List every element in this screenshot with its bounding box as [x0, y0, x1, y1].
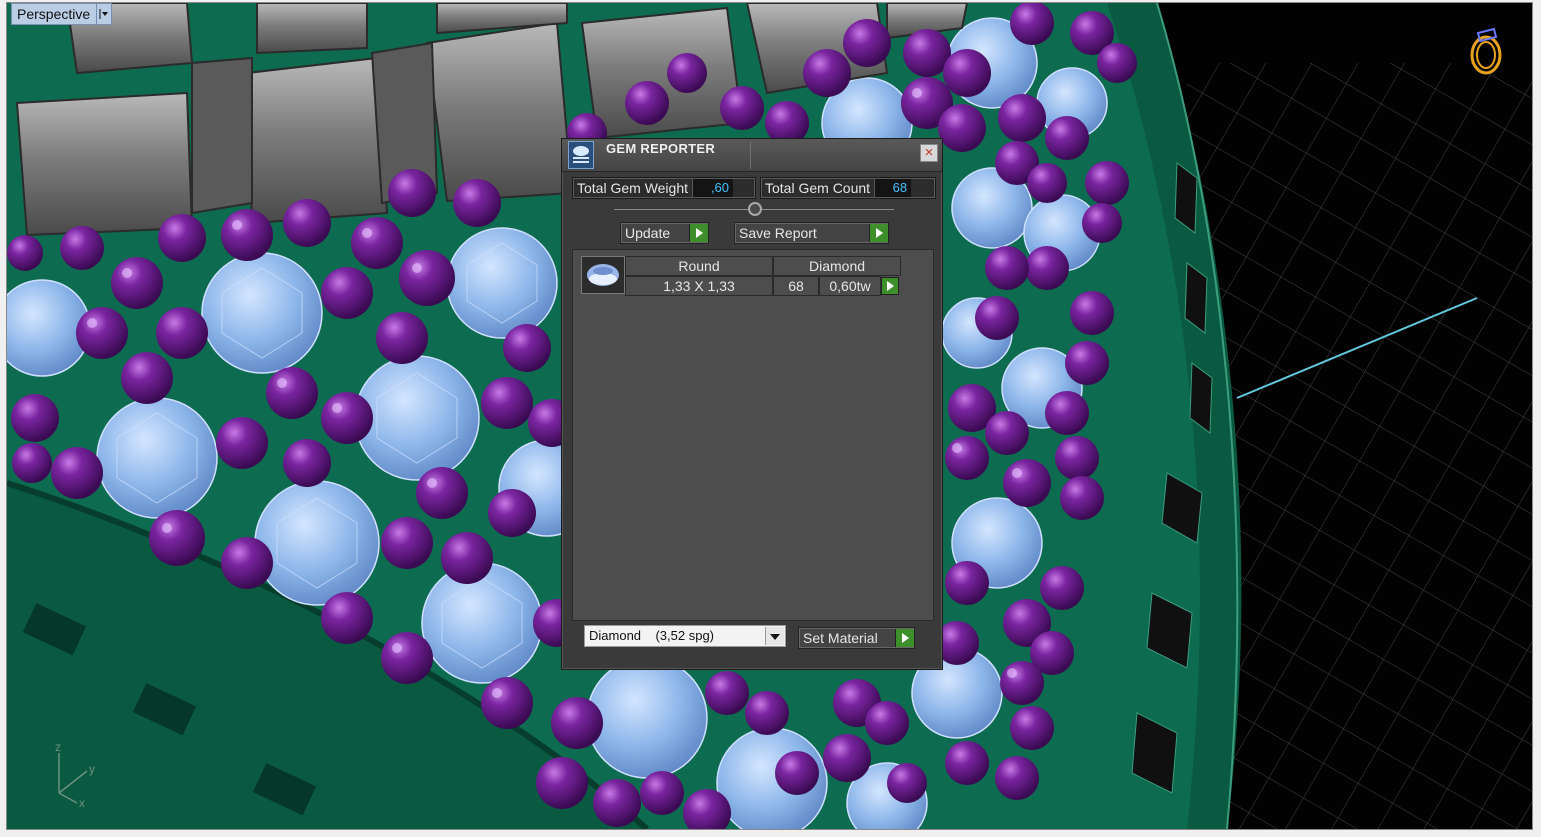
gem-reporter-titlebar[interactable]: GEM REPORTER × [562, 139, 942, 172]
gem-reporter-dialog[interactable]: GEM REPORTER × Total Gem Weight ,60 Tota… [561, 138, 943, 670]
report-slider-knob[interactable] [748, 202, 762, 216]
axis-z-label: z [55, 743, 61, 754]
go-arrow-icon[interactable] [895, 629, 914, 647]
viewport-name-label: Perspective [12, 4, 98, 24]
gem-reporter-app-icon [568, 141, 594, 169]
gem-reporter-title: GEM REPORTER [606, 141, 716, 156]
dropdown-arrow-icon[interactable] [97, 4, 111, 24]
ring-icon[interactable] [1468, 19, 1504, 82]
save-report-button-label: Save Report [739, 225, 817, 241]
gem-count-cell: 68 [773, 276, 819, 296]
update-button[interactable]: Update [620, 222, 709, 244]
material-select[interactable]: Diamond (3,52 spg) [584, 625, 786, 647]
total-gem-weight-value: ,60 [692, 179, 734, 197]
gem-weight-cell: 0,60tw [819, 276, 881, 296]
set-material-button[interactable]: Set Material [798, 627, 915, 649]
total-gem-count-field: Total Gem Count 68 [760, 177, 936, 199]
total-gem-count-value: 68 [874, 179, 912, 197]
chevron-down-icon[interactable] [765, 627, 784, 645]
save-report-button[interactable]: Save Report [734, 222, 889, 244]
gem-shape-cell: Round [625, 256, 773, 276]
go-arrow-icon[interactable] [869, 224, 888, 242]
set-material-button-label: Set Material [803, 630, 878, 646]
total-gem-weight-label: Total Gem Weight [577, 180, 689, 196]
axis-icon: z y x [47, 740, 107, 818]
close-icon[interactable]: × [920, 144, 938, 162]
gem-size-cell: 1,33 X 1,33 [625, 276, 773, 296]
gem-stone-cell: Diamond [773, 256, 901, 276]
total-gem-weight-field: Total Gem Weight ,60 [572, 177, 756, 199]
gem-report-list[interactable]: Round Diamond 1,33 X 1,33 68 0,60tw [572, 249, 934, 621]
round-gem-icon [581, 256, 625, 294]
title-separator [750, 141, 751, 169]
update-button-label: Update [625, 225, 671, 241]
axis-y-label: y [89, 762, 95, 776]
axis-x-label: x [79, 796, 85, 810]
material-select-value: Diamond (3,52 spg) [589, 628, 715, 643]
viewport-name-tab[interactable]: Perspective [11, 3, 113, 25]
go-arrow-icon[interactable] [881, 277, 899, 295]
go-arrow-icon[interactable] [689, 224, 708, 242]
total-gem-count-label: Total Gem Count [765, 180, 871, 196]
